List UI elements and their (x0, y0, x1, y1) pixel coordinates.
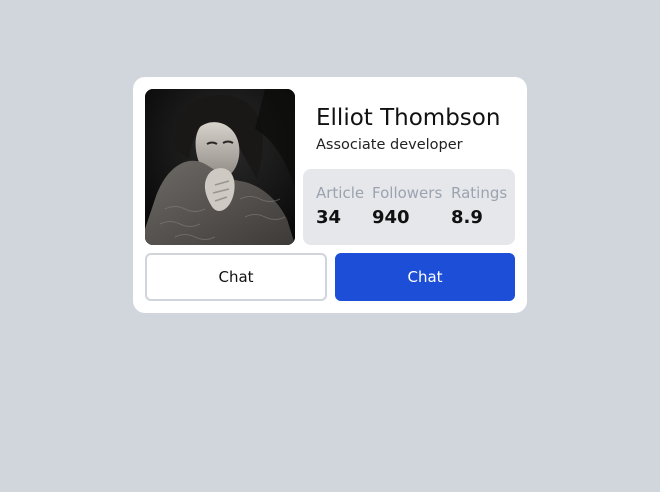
profile-card: Elliot Thombson Associate developer Arti… (133, 77, 527, 313)
page: Elliot Thombson Associate developer Arti… (0, 0, 660, 492)
stat-label: Article (316, 184, 365, 202)
chat-button-primary[interactable]: Chat (335, 253, 515, 301)
stat-value: 8.9 (451, 207, 483, 228)
profile-name: Elliot Thombson (316, 105, 501, 131)
stat-article: Article 34 (316, 184, 364, 228)
stat-value: 34 (316, 207, 342, 228)
stat-label: Followers (372, 184, 443, 202)
stat-ratings: Ratings 8.9 (451, 184, 507, 228)
profile-role: Associate developer (316, 137, 463, 153)
stats-panel: Article 34 Followers 940 Ratings 8.9 (303, 169, 515, 245)
chat-button-secondary[interactable]: Chat (145, 253, 327, 301)
stat-label: Ratings (451, 184, 508, 202)
profile-photo (145, 89, 295, 245)
stat-value: 940 (372, 207, 410, 228)
portrait-image (145, 89, 295, 245)
stat-followers: Followers 940 (372, 184, 442, 228)
